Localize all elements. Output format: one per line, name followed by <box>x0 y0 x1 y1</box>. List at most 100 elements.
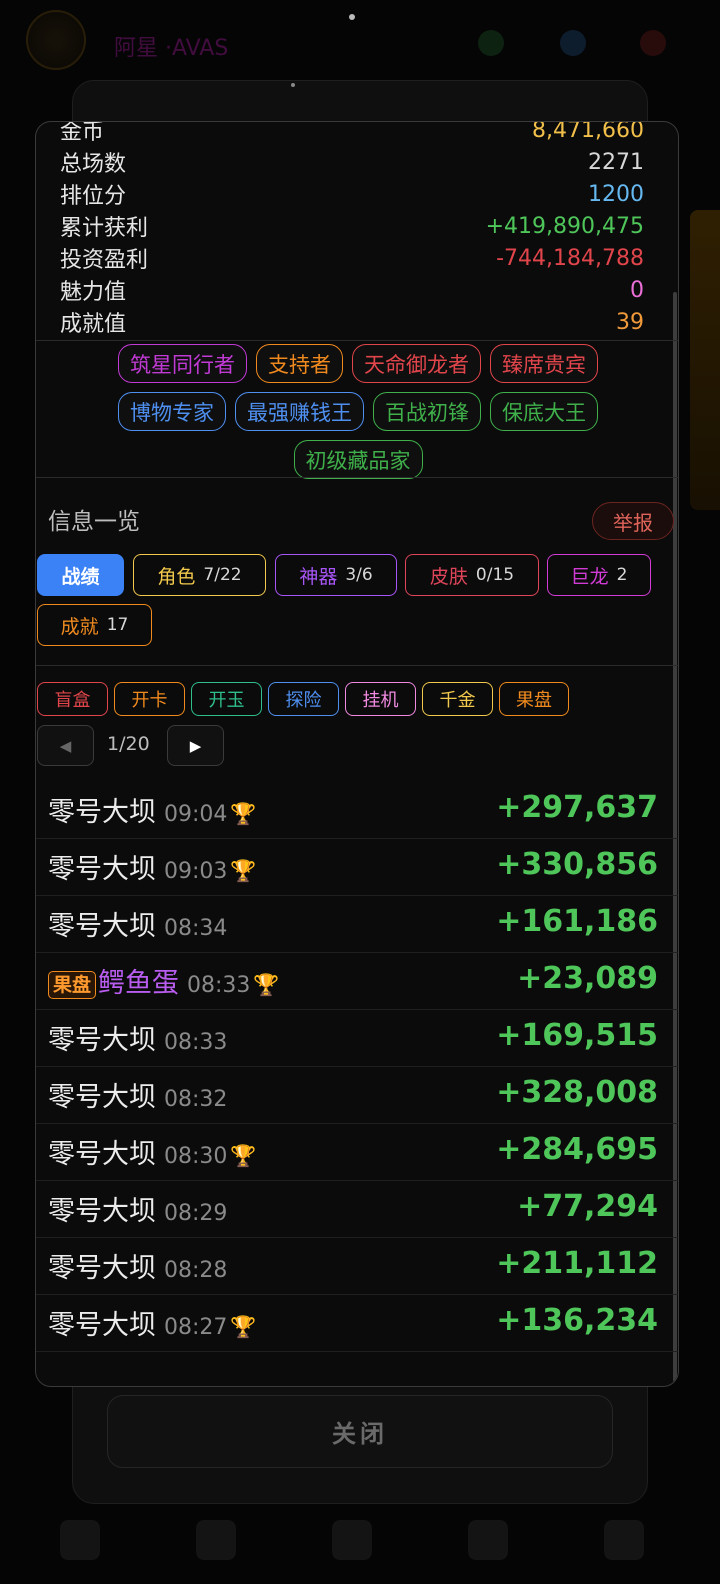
record-row[interactable]: 零号大坝 08:30 🏆 +284,695 <box>36 1124 678 1181</box>
next-page-button[interactable]: ▶ <box>167 725 224 766</box>
section-title: 信息一览 <box>48 509 140 535</box>
badge-row: 初级藏品家 <box>36 440 678 479</box>
tab-4[interactable]: 巨龙 2 <box>547 554 651 596</box>
stat-value: 39 <box>616 309 644 335</box>
tab-0[interactable]: 战绩 <box>37 554 124 596</box>
record-row[interactable]: 零号大坝 08:32 +328,008 <box>36 1067 678 1124</box>
record-row[interactable]: 零号大坝 08:28 +211,112 <box>36 1238 678 1295</box>
filter-chip[interactable]: 千金 <box>422 682 493 716</box>
record-row[interactable]: 零号大坝 08:33 +169,515 <box>36 1010 678 1067</box>
record-name: 零号大坝 <box>48 1253 156 1284</box>
stat-row: 魅力值 0 <box>60 274 644 306</box>
title-badge[interactable]: 臻席贵宾 <box>490 344 598 383</box>
record-name: 零号大坝 <box>48 797 156 828</box>
record-value: +328,008 <box>496 1075 658 1110</box>
record-time: 08:32 <box>164 1087 228 1112</box>
record-row[interactable]: 零号大坝 09:04 🏆 +297,637 <box>36 782 678 839</box>
tab-5[interactable]: 成就 17 <box>37 604 152 646</box>
tab-3[interactable]: 皮肤 0/15 <box>405 554 539 596</box>
title-badge[interactable]: 筑星同行者 <box>118 344 247 383</box>
record-title: 零号大坝 08:29 <box>48 1189 227 1228</box>
heart-icon <box>640 30 666 56</box>
tab-count: 2 <box>616 565 628 585</box>
filter-chip[interactable]: 盲盒 <box>37 682 108 716</box>
trophy-icon: 🏆 <box>230 859 257 883</box>
record-time: 08:28 <box>164 1258 228 1283</box>
bottom-nav-item <box>60 1520 100 1560</box>
filter-chip[interactable]: 挂机 <box>345 682 416 716</box>
stat-row: 投资盈利 -744,184,788 <box>60 242 644 274</box>
record-title: 零号大坝 08:30 🏆 <box>48 1132 257 1171</box>
record-row[interactable]: 零号大坝 09:03 🏆 +330,856 <box>36 839 678 896</box>
record-tag: 果盘 <box>48 970 97 999</box>
record-title: 零号大坝 08:27 🏆 <box>48 1303 257 1342</box>
record-time: 09:03 <box>164 859 228 884</box>
stat-row: 累计获利 +419,890,475 <box>60 210 644 242</box>
stat-value: 8,471,660 <box>532 121 644 143</box>
chevron-right-icon: ▶ <box>189 736 202 755</box>
filter-chip[interactable]: 开玉 <box>191 682 262 716</box>
record-title: 零号大坝 08:34 <box>48 904 227 943</box>
record-title: 零号大坝 08:33 <box>48 1018 227 1057</box>
record-value: +284,695 <box>496 1132 658 1167</box>
tab-2[interactable]: 神器 3/6 <box>275 554 397 596</box>
stat-value: 0 <box>630 277 644 303</box>
close-button[interactable]: 关闭 <box>107 1395 613 1468</box>
title-badge[interactable]: 百战初锋 <box>373 392 481 431</box>
stat-label: 总场数 <box>60 152 127 177</box>
title-badge[interactable]: 最强赚钱王 <box>235 392 364 431</box>
stat-label: 排位分 <box>60 184 127 209</box>
record-name: 零号大坝 <box>48 1139 156 1170</box>
record-title: 零号大坝 08:32 <box>48 1075 227 1114</box>
stat-label: 金币 <box>60 121 105 145</box>
record-time: 08:33 <box>187 973 251 998</box>
filter-chip[interactable]: 探险 <box>268 682 339 716</box>
title-badge[interactable]: 支持者 <box>256 344 343 383</box>
tab-label: 皮肤 <box>429 565 468 588</box>
report-button[interactable]: 举报 <box>592 502 674 540</box>
record-value: +330,856 <box>496 847 658 882</box>
tab-1[interactable]: 角色 7/22 <box>133 554 266 596</box>
record-name: 零号大坝 <box>48 1310 156 1341</box>
record-row[interactable]: 果盘 鳄鱼蛋 08:33 🏆 +23,089 <box>36 953 678 1010</box>
record-row[interactable]: 零号大坝 08:34 +161,186 <box>36 896 678 953</box>
bottom-nav-item <box>468 1520 508 1560</box>
tab-label: 神器 <box>299 565 338 588</box>
title-badge[interactable]: 初级藏品家 <box>293 440 423 479</box>
trophy-icon: 🏆 <box>230 1315 257 1339</box>
divider <box>36 665 678 666</box>
stat-value: 2271 <box>588 149 644 175</box>
record-row[interactable]: 零号大坝 08:27 🏆 +136,234 <box>36 1295 678 1352</box>
record-value: +169,515 <box>496 1018 658 1053</box>
background-side <box>690 210 720 510</box>
title-badge[interactable]: 保底大王 <box>490 392 598 431</box>
record-time: 09:04 <box>164 802 228 827</box>
record-time: 08:30 <box>164 1144 228 1169</box>
tab-count: 3/6 <box>345 565 373 585</box>
filter-chip[interactable]: 开卡 <box>114 682 185 716</box>
stat-label: 累计获利 <box>60 216 149 241</box>
record-name: 零号大坝 <box>48 1025 156 1056</box>
tab-label: 角色 <box>157 565 196 588</box>
background-header: 阿星 ·AVAS <box>0 0 720 80</box>
title-badge[interactable]: 博物专家 <box>118 392 226 431</box>
record-name: 零号大坝 <box>48 854 156 885</box>
title-badge[interactable]: 天命御龙者 <box>352 344 481 383</box>
record-value: +23,089 <box>517 961 658 996</box>
record-title: 零号大坝 09:03 🏆 <box>48 847 257 886</box>
stat-value: 1200 <box>588 181 644 207</box>
bottom-nav-item <box>604 1520 644 1560</box>
record-value: +211,112 <box>496 1246 658 1281</box>
record-row[interactable]: 零号大坝 08:29 +77,294 <box>36 1181 678 1238</box>
player-profile-modal: 金币 8,471,660 总场数 2271 排位分 1200 累计获利 +419,890,47… <box>35 121 679 1387</box>
filter-chip[interactable]: 果盘 <box>499 682 569 716</box>
prev-page-button[interactable]: ◀ <box>37 725 94 766</box>
stat-value: +419,890,475 <box>485 213 644 239</box>
tab-label: 成就 <box>60 615 99 638</box>
stat-row: 成就值 39 <box>60 306 644 338</box>
record-value: +161,186 <box>496 904 658 939</box>
bottom-nav-item <box>332 1520 372 1560</box>
badge-row: 筑星同行者 支持者 天命御龙者 臻席贵宾 <box>36 344 678 383</box>
record-value: +136,234 <box>496 1303 658 1338</box>
stat-row: 排位分 1200 <box>60 178 644 210</box>
